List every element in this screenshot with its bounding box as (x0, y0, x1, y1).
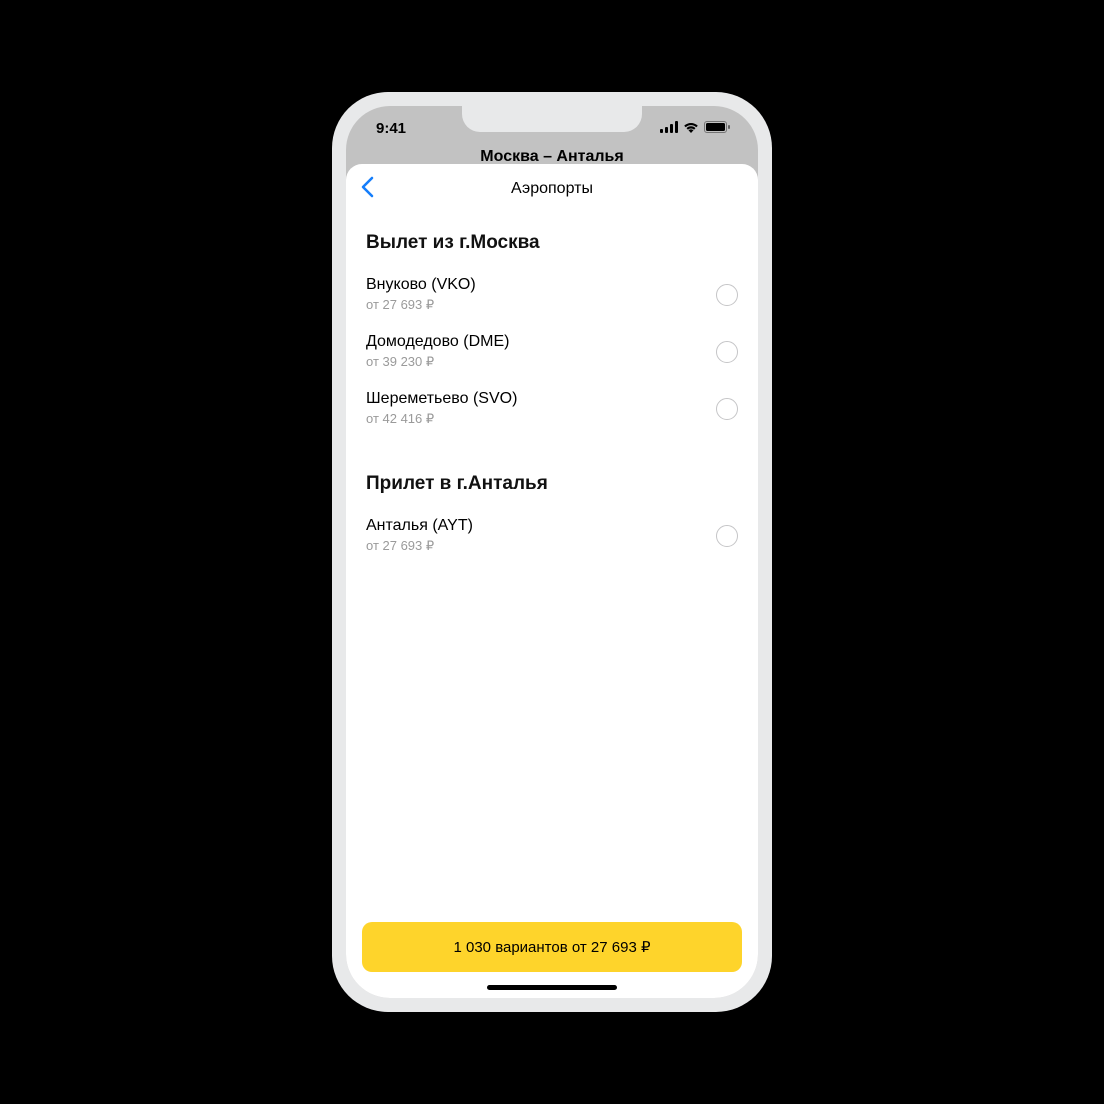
airport-price: от 42 416 ₽ (366, 411, 517, 427)
arrival-section-title: Прилет в г.Анталья (366, 473, 738, 495)
airport-name: Шереметьево (SVO) (366, 390, 517, 408)
airport-row-text: Внуково (VKO) от 27 693 ₽ (366, 276, 476, 313)
radio-unchecked-icon[interactable] (716, 398, 738, 420)
status-right (660, 120, 730, 137)
radio-unchecked-icon[interactable] (716, 284, 738, 306)
screen: 9:41 Москва – Анталья (346, 106, 758, 998)
content-scroll[interactable]: Вылет из г.Москва Внуково (VKO) от 27 69… (346, 214, 758, 906)
wifi-icon (683, 120, 699, 137)
airport-row-dme[interactable]: Домодедово (DME) от 39 230 ₽ (366, 323, 738, 380)
radio-unchecked-icon[interactable] (716, 525, 738, 547)
chevron-left-icon (360, 176, 374, 203)
airport-row-svo[interactable]: Шереметьево (SVO) от 42 416 ₽ (366, 380, 738, 437)
airport-name: Домодедово (DME) (366, 333, 509, 351)
status-time: 9:41 (376, 120, 406, 137)
radio-unchecked-icon[interactable] (716, 341, 738, 363)
airport-price: от 27 693 ₽ (366, 538, 473, 554)
airport-name: Анталья (AYT) (366, 517, 473, 535)
home-indicator[interactable] (487, 985, 617, 990)
cta-label: 1 030 вариантов от 27 693 ₽ (453, 938, 650, 956)
airport-row-ayt[interactable]: Анталья (AYT) от 27 693 ₽ (366, 507, 738, 564)
airport-row-text: Анталья (AYT) от 27 693 ₽ (366, 517, 473, 554)
departure-section-title: Вылет из г.Москва (366, 232, 738, 254)
show-results-button[interactable]: 1 030 вариантов от 27 693 ₽ (362, 922, 742, 972)
airport-price: от 27 693 ₽ (366, 297, 476, 313)
back-button[interactable] (360, 164, 374, 214)
sheet-header: Аэропорты (346, 164, 758, 214)
section-gap (366, 437, 738, 461)
airport-name: Внуково (VKO) (366, 276, 476, 294)
notch (462, 106, 642, 132)
battery-icon (704, 120, 730, 137)
airport-row-vko[interactable]: Внуково (VKO) от 27 693 ₽ (366, 266, 738, 323)
airport-price: от 39 230 ₽ (366, 354, 509, 370)
phone-frame: 9:41 Москва – Анталья (332, 92, 772, 1012)
sheet-title: Аэропорты (511, 180, 593, 198)
airport-row-text: Домодедово (DME) от 39 230 ₽ (366, 333, 509, 370)
modal-sheet: Аэропорты Вылет из г.Москва Внуково (VKO… (346, 164, 758, 998)
signal-icon (660, 120, 678, 137)
airport-row-text: Шереметьево (SVO) от 42 416 ₽ (366, 390, 517, 427)
